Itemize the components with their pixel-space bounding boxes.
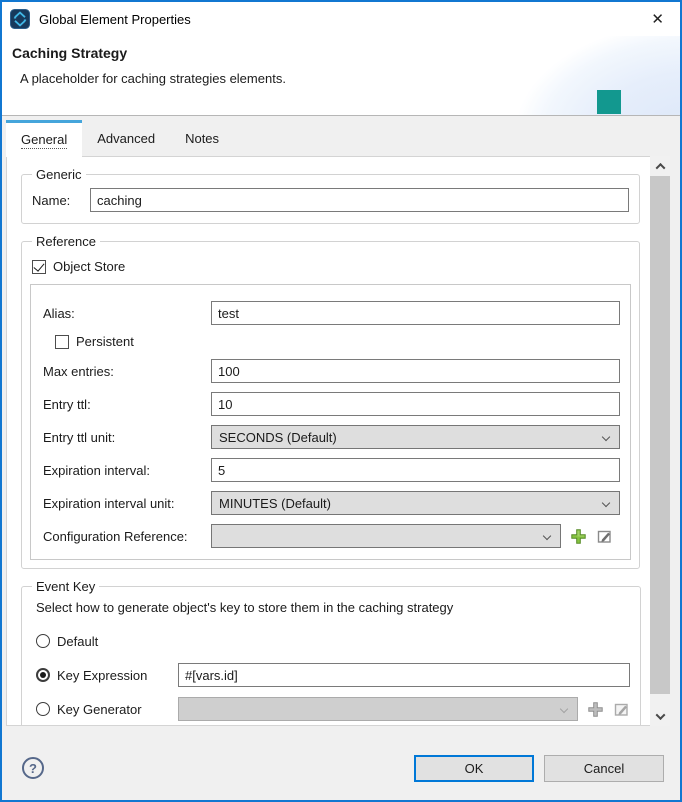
entry-ttl-label: Entry ttl: bbox=[43, 397, 211, 412]
expiration-interval-row: Expiration interval: bbox=[43, 458, 620, 482]
checkbox-unchecked-icon bbox=[55, 335, 69, 349]
scroll-down-icon[interactable] bbox=[650, 706, 670, 726]
expiration-interval-label: Expiration interval: bbox=[43, 463, 211, 478]
tab-general[interactable]: General bbox=[6, 120, 82, 157]
entry-ttl-unit-value: SECONDS (Default) bbox=[219, 430, 337, 445]
alias-label: Alias: bbox=[43, 306, 211, 321]
add-icon[interactable] bbox=[570, 528, 587, 545]
tab-content-area: Generic Name: Reference Object Store Ali… bbox=[2, 156, 680, 730]
key-generator-select bbox=[178, 697, 578, 721]
key-generator-radio[interactable]: Key Generator bbox=[36, 702, 178, 717]
close-icon[interactable]: ✕ bbox=[645, 10, 670, 29]
chevron-down-icon bbox=[602, 499, 610, 507]
vertical-scrollbar[interactable] bbox=[650, 156, 670, 726]
configuration-reference-select[interactable] bbox=[211, 524, 561, 548]
key-expression-input[interactable] bbox=[178, 663, 630, 687]
name-label: Name: bbox=[32, 193, 90, 208]
event-key-description: Select how to generate object's key to s… bbox=[36, 600, 632, 615]
alias-input[interactable] bbox=[211, 301, 620, 325]
tab-advanced[interactable]: Advanced bbox=[82, 120, 170, 156]
expiration-interval-unit-value: MINUTES (Default) bbox=[219, 496, 331, 511]
persistent-label: Persistent bbox=[76, 334, 134, 349]
key-expression-radio[interactable]: Key Expression bbox=[36, 668, 178, 683]
add-icon-disabled bbox=[587, 701, 604, 718]
button-bar: ? OK Cancel bbox=[2, 730, 680, 800]
key-expression-radio-label: Key Expression bbox=[57, 668, 147, 683]
reference-group-label: Reference bbox=[32, 234, 100, 249]
radio-unselected-icon bbox=[36, 634, 50, 648]
object-store-label: Object Store bbox=[53, 259, 125, 274]
name-input[interactable] bbox=[90, 188, 629, 212]
entry-ttl-unit-row: Entry ttl unit: SECONDS (Default) bbox=[43, 425, 620, 449]
global-element-icon bbox=[10, 9, 30, 29]
max-entries-row: Max entries: bbox=[43, 359, 620, 383]
banner-decoration-square bbox=[597, 90, 621, 114]
cancel-button[interactable]: Cancel bbox=[544, 755, 664, 782]
page-title: Caching Strategy bbox=[2, 36, 680, 61]
scrollbar-track-gap[interactable] bbox=[650, 694, 670, 706]
edit-icon[interactable] bbox=[596, 528, 613, 545]
checkbox-checked-icon bbox=[32, 260, 46, 274]
window-title: Global Element Properties bbox=[39, 12, 645, 27]
key-generator-radio-row: Key Generator bbox=[36, 697, 630, 721]
max-entries-label: Max entries: bbox=[43, 364, 211, 379]
general-tab-panel: Generic Name: Reference Object Store Ali… bbox=[6, 156, 650, 726]
global-element-properties-dialog: Global Element Properties ✕ Caching Stra… bbox=[0, 0, 682, 802]
expiration-interval-input[interactable] bbox=[211, 458, 620, 482]
edit-icon-disabled bbox=[613, 701, 630, 718]
entry-ttl-unit-select[interactable]: SECONDS (Default) bbox=[211, 425, 620, 449]
radio-unselected-icon bbox=[36, 702, 50, 716]
key-expression-radio-row: Key Expression bbox=[36, 663, 630, 687]
configuration-reference-row: Configuration Reference: bbox=[43, 524, 620, 548]
object-store-panel: Alias: Persistent Max entries: Entry ttl… bbox=[30, 284, 631, 560]
expiration-interval-unit-label: Expiration interval unit: bbox=[43, 496, 211, 511]
radio-selected-icon bbox=[36, 668, 50, 682]
ok-button[interactable]: OK bbox=[414, 755, 534, 782]
alias-row: Alias: bbox=[43, 301, 620, 325]
event-key-group: Event Key Select how to generate object'… bbox=[21, 579, 641, 726]
entry-ttl-unit-label: Entry ttl unit: bbox=[43, 430, 211, 445]
object-store-checkbox[interactable]: Object Store bbox=[32, 259, 629, 274]
scrollbar-thumb[interactable] bbox=[650, 176, 670, 694]
configuration-reference-label: Configuration Reference: bbox=[43, 529, 211, 544]
help-icon[interactable]: ? bbox=[22, 757, 44, 779]
page-subtitle: A placeholder for caching strategies ele… bbox=[2, 61, 680, 86]
max-entries-input[interactable] bbox=[211, 359, 620, 383]
chevron-down-icon bbox=[560, 705, 568, 713]
title-bar: Global Element Properties ✕ bbox=[2, 2, 680, 36]
dialog-banner: Caching Strategy A placeholder for cachi… bbox=[2, 36, 680, 116]
generic-group-label: Generic bbox=[32, 167, 86, 182]
entry-ttl-row: Entry ttl: bbox=[43, 392, 620, 416]
scroll-up-icon[interactable] bbox=[650, 156, 670, 176]
entry-ttl-input[interactable] bbox=[211, 392, 620, 416]
chevron-down-icon bbox=[602, 433, 610, 441]
reference-group: Reference Object Store Alias: Persistent bbox=[21, 234, 640, 569]
name-row: Name: bbox=[32, 188, 629, 212]
chevron-down-icon bbox=[543, 532, 551, 540]
default-radio-label: Default bbox=[57, 634, 98, 649]
key-generator-radio-label: Key Generator bbox=[57, 702, 142, 717]
persistent-checkbox[interactable]: Persistent bbox=[55, 334, 620, 349]
default-radio[interactable]: Default bbox=[36, 629, 630, 653]
expiration-interval-unit-row: Expiration interval unit: MINUTES (Defau… bbox=[43, 491, 620, 515]
expiration-interval-unit-select[interactable]: MINUTES (Default) bbox=[211, 491, 620, 515]
generic-group: Generic Name: bbox=[21, 167, 640, 224]
event-key-group-label: Event Key bbox=[32, 579, 99, 594]
tab-notes[interactable]: Notes bbox=[170, 120, 234, 156]
tab-bar: General Advanced Notes bbox=[2, 116, 680, 156]
